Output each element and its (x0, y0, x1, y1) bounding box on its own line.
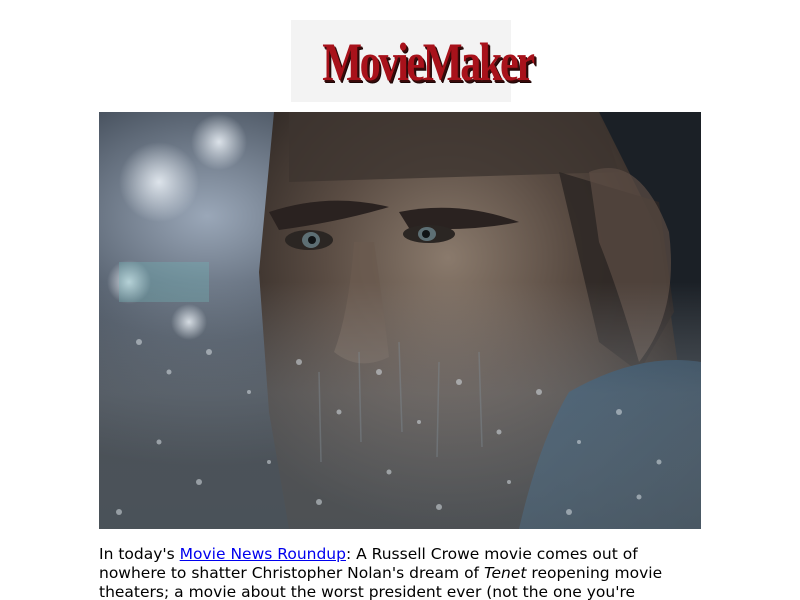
hero-image-graphic (99, 112, 701, 529)
header: MovieMaker (0, 0, 800, 112)
movie-news-roundup-link[interactable]: Movie News Roundup (180, 545, 346, 563)
article-intro-paragraph: In today's Movie News Roundup: A Russell… (99, 545, 709, 600)
moviemaker-logo[interactable]: MovieMaker (322, 26, 535, 98)
hero-image[interactable] (99, 112, 701, 529)
intro-text: In today's (99, 545, 180, 563)
tenet-title: Tenet (483, 564, 527, 582)
